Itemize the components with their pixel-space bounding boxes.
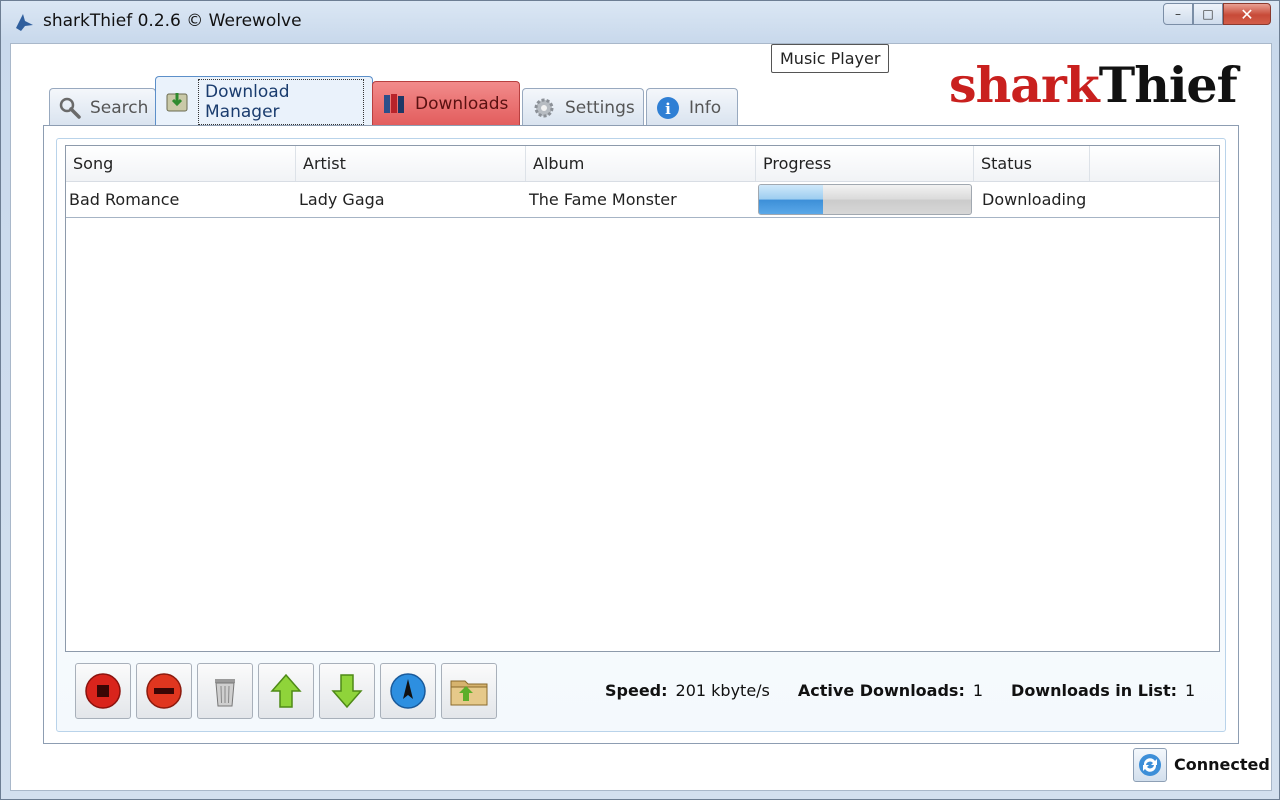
column-header-song[interactable]: Song (66, 146, 296, 181)
speed-stat: Speed: 201 kbyte/s (605, 681, 770, 700)
reconnect-button[interactable] (1133, 748, 1167, 782)
tab-info[interactable]: i Info (646, 88, 738, 126)
speed-value: 201 kbyte/s (675, 681, 770, 700)
downloads-in-list-value: 1 (1185, 681, 1196, 700)
app-window: sharkThief 0.2.6 © Werewolve – □ ✕ Music… (0, 0, 1280, 800)
cell-artist: Lady Gaga (299, 190, 385, 209)
logo-part-shark: shark (949, 56, 1100, 114)
trash-icon (215, 679, 235, 707)
info-icon: i (655, 95, 681, 121)
column-header-album[interactable]: Album (526, 146, 756, 181)
window-controls: – □ ✕ (1163, 3, 1271, 27)
open-folder-icon (450, 680, 488, 706)
progress-fill (759, 185, 823, 214)
tab-search-label: Search (90, 97, 149, 118)
magnifier-icon (58, 95, 82, 121)
download-manager-icon (164, 89, 190, 115)
move-up-button[interactable] (258, 663, 314, 719)
download-manager-panel: Song Artist Album Progress Status Bad Ro… (43, 125, 1239, 744)
column-header-status[interactable]: Status (974, 146, 1090, 181)
svg-text:i: i (665, 100, 671, 118)
cell-album: The Fame Monster (529, 190, 677, 209)
tab-downloads[interactable]: Downloads (372, 81, 520, 126)
cell-song: Bad Romance (69, 190, 180, 209)
delete-button[interactable] (197, 663, 253, 719)
speed-label: Speed: (605, 681, 668, 700)
table-row[interactable]: Bad Romance Lady Gaga The Fame Monster D… (66, 182, 1219, 218)
cell-status: Downloading (982, 190, 1087, 209)
action-toolbar (75, 663, 502, 719)
column-header-progress[interactable]: Progress (756, 146, 974, 181)
downloads-in-list-label: Downloads in List: (1011, 681, 1177, 700)
logo-part-thief: Thief (1098, 56, 1238, 114)
tab-settings-label: Settings (565, 97, 635, 118)
active-downloads-value: 1 (972, 681, 984, 700)
remove-icon (146, 673, 182, 709)
active-downloads-label: Active Downloads: (797, 681, 965, 700)
active-downloads-stat: Active Downloads: 1 (798, 681, 983, 700)
download-stats: Speed: 201 kbyte/s Active Downloads: 1 Dow… (605, 681, 1223, 700)
cell-progress (756, 182, 978, 217)
downloads-grid[interactable]: Song Artist Album Progress Status Bad Ro… (65, 145, 1220, 652)
tab-download-manager-focus: Download Manager (198, 78, 364, 125)
remove-button[interactable] (136, 663, 192, 719)
move-down-icon (331, 674, 363, 709)
close-button[interactable]: ✕ (1223, 3, 1271, 25)
tab-downloads-label: Downloads (415, 94, 509, 114)
move-down-button[interactable] (319, 663, 375, 719)
tab-settings[interactable]: Settings (522, 88, 644, 126)
progress-bar (758, 184, 972, 215)
minimize-button[interactable]: – (1163, 3, 1193, 25)
grid-header: Song Artist Album Progress Status (66, 146, 1219, 182)
shark-app-icon (16, 14, 33, 31)
downloads-in-list-stat: Downloads in List: 1 (1011, 681, 1195, 700)
tab-search[interactable]: Search (49, 88, 156, 126)
stop-button[interactable] (75, 663, 131, 719)
window-title: sharkThief 0.2.6 © Werewolve (43, 11, 302, 31)
tab-download-manager[interactable]: Download Manager (155, 76, 373, 126)
maximize-button[interactable]: □ (1193, 3, 1223, 25)
sharkthief-logo: sharkThief (949, 56, 1238, 114)
column-header-artist[interactable]: Artist (296, 146, 526, 181)
books-icon (381, 91, 407, 117)
stop-icon (85, 673, 121, 709)
inner-panel: Song Artist Album Progress Status Bad Ro… (56, 138, 1226, 732)
refresh-icon (1139, 754, 1161, 776)
tab-download-manager-label: Download Manager (205, 81, 290, 122)
navigate-button[interactable] (380, 663, 436, 719)
move-up-icon (270, 673, 302, 708)
open-folder-button[interactable] (441, 663, 497, 719)
tab-info-label: Info (689, 97, 722, 118)
music-player-tooltip: Music Player (771, 44, 890, 73)
gear-icon (531, 95, 557, 121)
compass-icon (390, 673, 426, 709)
connection-status: Connected (1174, 755, 1270, 774)
title-bar[interactable]: sharkThief 0.2.6 © Werewolve – □ ✕ (1, 1, 1279, 41)
